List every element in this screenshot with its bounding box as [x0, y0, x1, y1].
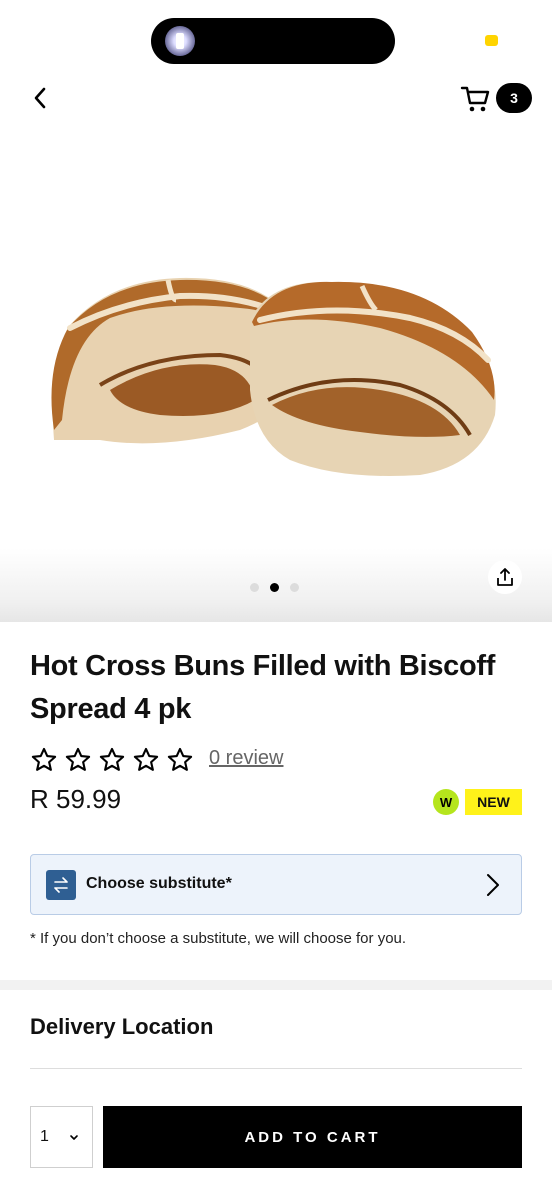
pagination-dot-1[interactable] [250, 583, 259, 592]
review-link[interactable]: 0 review [209, 747, 283, 770]
gallery-pagination[interactable] [250, 583, 299, 592]
product-price: R 59.99 [30, 784, 122, 814]
new-badge: NEW [465, 789, 522, 815]
choose-substitute-button[interactable]: Choose substitute* [30, 854, 522, 915]
chevron-left-icon [34, 87, 46, 109]
dynamic-island [151, 18, 395, 64]
delivery-location-title[interactable]: Delivery Location [30, 1014, 213, 1040]
star-rating[interactable] [30, 746, 194, 774]
back-button[interactable] [26, 84, 54, 112]
w-rewards-badge: W [433, 789, 459, 815]
star-empty-icon[interactable] [64, 746, 92, 774]
divider [30, 1068, 522, 1069]
product-title: Hot Cross Buns Filled with Biscoff Sprea… [30, 650, 496, 725]
star-empty-icon[interactable] [30, 746, 58, 774]
chevron-down-icon [70, 1135, 78, 1140]
section-divider [0, 980, 552, 990]
swap-icon [46, 870, 76, 900]
share-icon [497, 568, 513, 586]
chevron-right-icon [487, 874, 499, 896]
cart-button[interactable] [460, 84, 492, 114]
share-button[interactable] [488, 560, 522, 594]
add-to-cart-button[interactable]: ADD TO CART [103, 1106, 522, 1168]
star-empty-icon[interactable] [166, 746, 194, 774]
star-empty-icon[interactable] [98, 746, 126, 774]
pagination-dot-3[interactable] [290, 583, 299, 592]
star-empty-icon[interactable] [132, 746, 160, 774]
substitute-label: Choose substitute* [86, 875, 232, 892]
cart-count-badge[interactable]: 3 [496, 83, 532, 113]
product-gallery[interactable] [0, 130, 552, 622]
substitute-note: * If you don’t choose a substitute, we w… [30, 930, 407, 947]
flashlight-icon [165, 26, 195, 56]
cart-icon [460, 86, 490, 112]
pagination-dot-2[interactable] [270, 583, 279, 592]
product-image [51, 277, 496, 476]
quantity-select[interactable]: 1 [30, 1106, 93, 1168]
status-indicator [485, 35, 498, 46]
quantity-value: 1 [40, 1128, 49, 1145]
